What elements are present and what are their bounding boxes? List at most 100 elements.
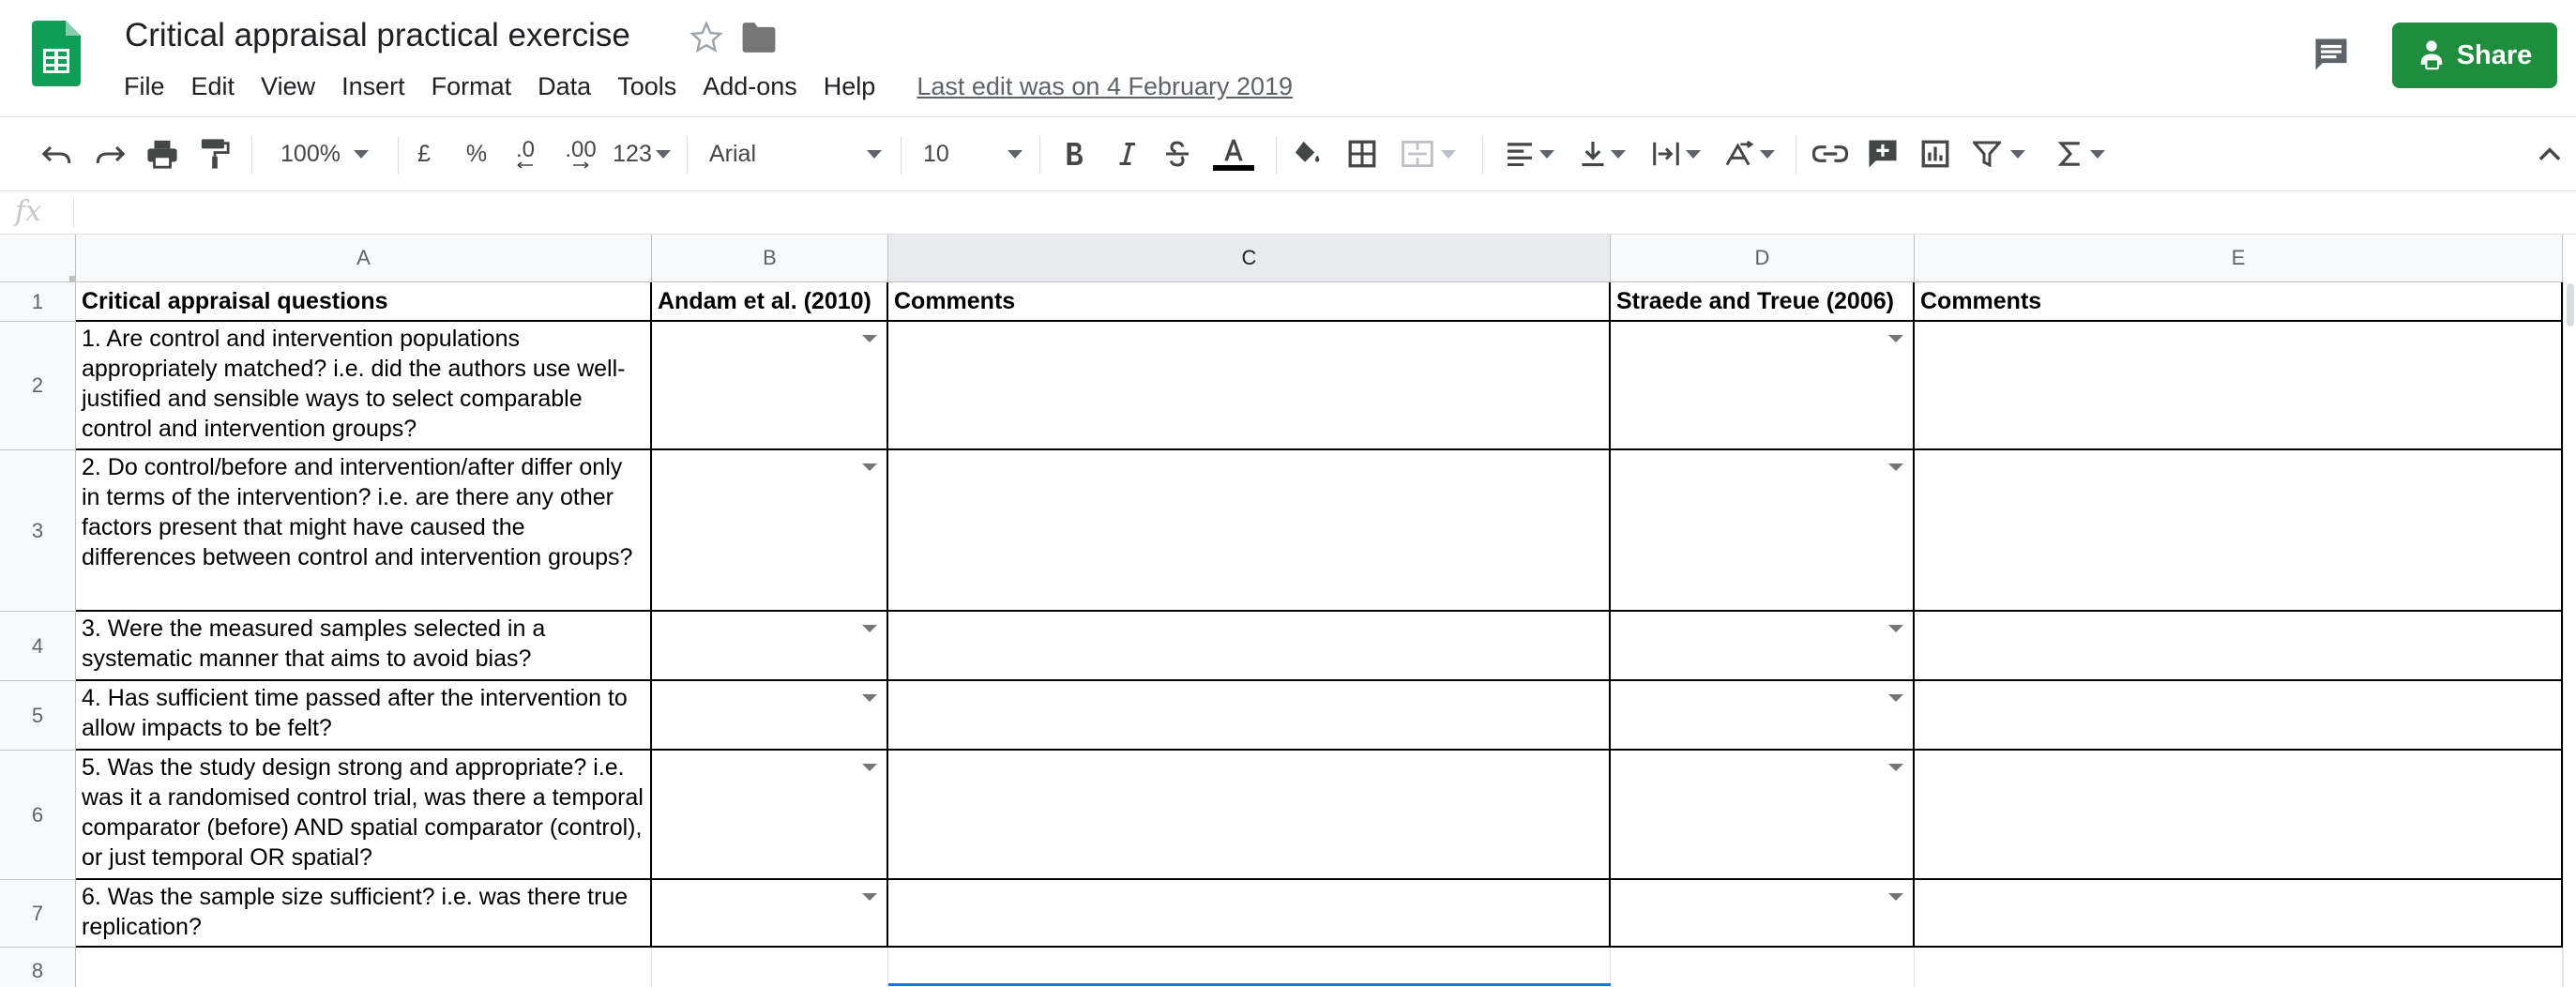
insert-chart-icon[interactable] bbox=[1914, 132, 1957, 175]
cell-a4[interactable]: 3. Were the measured samples selected in… bbox=[76, 612, 652, 681]
fill-color-icon[interactable] bbox=[1287, 132, 1328, 175]
dropdown-arrow-icon[interactable] bbox=[862, 463, 877, 471]
row-header-3[interactable]: 3 bbox=[0, 450, 76, 612]
collapse-toolbar-icon[interactable] bbox=[2533, 132, 2567, 175]
row-header-8[interactable]: 8 bbox=[0, 948, 76, 987]
cell-d7[interactable] bbox=[1611, 880, 1915, 948]
menu-data[interactable]: Data bbox=[524, 68, 604, 105]
borders-icon[interactable] bbox=[1341, 132, 1383, 175]
cell-c5[interactable] bbox=[888, 681, 1611, 751]
cell-c1[interactable]: Comments bbox=[888, 282, 1611, 322]
scrollbar-thumb[interactable] bbox=[2567, 283, 2574, 326]
last-edit-link[interactable]: Last edit was on 4 February 2019 bbox=[917, 72, 1293, 101]
insert-comment-icon[interactable] bbox=[1861, 132, 1904, 175]
cell-a8[interactable] bbox=[76, 948, 652, 987]
cell-e4[interactable] bbox=[1915, 612, 2563, 681]
dropdown-arrow-icon[interactable] bbox=[1888, 764, 1903, 771]
menu-tools[interactable]: Tools bbox=[604, 68, 689, 105]
dropdown-arrow-icon[interactable] bbox=[862, 764, 877, 771]
cell-b6[interactable] bbox=[652, 751, 888, 880]
zoom-select[interactable]: 100% bbox=[268, 132, 381, 175]
dropdown-arrow-icon[interactable] bbox=[862, 893, 877, 901]
cell-d2[interactable] bbox=[1611, 322, 1915, 450]
filter-icon[interactable] bbox=[1968, 132, 2030, 175]
increase-decimal-button[interactable]: .00 bbox=[557, 132, 604, 175]
dropdown-arrow-icon[interactable] bbox=[1888, 625, 1903, 632]
comments-icon[interactable] bbox=[2310, 34, 2353, 75]
dropdown-arrow-icon[interactable] bbox=[1888, 463, 1903, 471]
cell-c2[interactable] bbox=[888, 322, 1611, 450]
column-header-b[interactable]: B bbox=[652, 235, 888, 282]
vertical-scrollbar[interactable] bbox=[2563, 282, 2576, 987]
percent-format-button[interactable]: % bbox=[458, 132, 495, 175]
cell-a3[interactable]: 2. Do control/before and intervention/af… bbox=[76, 450, 652, 612]
vertical-align-icon[interactable] bbox=[1572, 132, 1634, 175]
sheets-logo-icon[interactable] bbox=[32, 21, 81, 86]
star-icon[interactable] bbox=[688, 19, 725, 56]
italic-icon[interactable] bbox=[1107, 132, 1146, 175]
redo-icon[interactable] bbox=[88, 132, 131, 175]
print-icon[interactable] bbox=[141, 132, 184, 175]
row-header-5[interactable]: 5 bbox=[0, 681, 76, 751]
cell-b1[interactable]: Andam et al. (2010) bbox=[652, 282, 888, 322]
decrease-decimal-button[interactable]: .0 bbox=[507, 132, 544, 175]
text-color-icon[interactable] bbox=[1210, 132, 1257, 175]
cell-d3[interactable] bbox=[1611, 450, 1915, 612]
cell-a6[interactable]: 5. Was the study design strong and appro… bbox=[76, 751, 652, 880]
row-header-7[interactable]: 7 bbox=[0, 880, 76, 948]
row-header-2[interactable]: 2 bbox=[0, 322, 76, 450]
cell-b2[interactable] bbox=[652, 322, 888, 450]
document-title[interactable]: Critical appraisal practical exercise bbox=[125, 13, 630, 58]
cell-a7[interactable]: 6. Was the sample size sufficient? i.e. … bbox=[76, 880, 652, 948]
cell-b7[interactable] bbox=[652, 880, 888, 948]
menu-edit[interactable]: Edit bbox=[178, 68, 249, 105]
menu-add-ons[interactable]: Add-ons bbox=[689, 68, 811, 105]
dropdown-arrow-icon[interactable] bbox=[862, 625, 877, 632]
cell-e5[interactable] bbox=[1915, 681, 2563, 751]
cell-c7[interactable] bbox=[888, 880, 1611, 948]
column-header-d[interactable]: D bbox=[1611, 235, 1915, 282]
link-icon[interactable] bbox=[1809, 132, 1852, 175]
cell-c8[interactable] bbox=[888, 948, 1611, 987]
text-wrapping-icon[interactable] bbox=[1645, 132, 1707, 175]
bold-icon[interactable] bbox=[1054, 132, 1094, 175]
dropdown-arrow-icon[interactable] bbox=[862, 335, 877, 342]
column-header-e[interactable]: E bbox=[1915, 235, 2563, 282]
cell-e3[interactable] bbox=[1915, 450, 2563, 612]
row-header-4[interactable]: 4 bbox=[0, 612, 76, 681]
menu-view[interactable]: View bbox=[248, 68, 328, 105]
cell-c6[interactable] bbox=[888, 751, 1611, 880]
select-all-corner[interactable] bbox=[0, 235, 76, 282]
cell-b4[interactable] bbox=[652, 612, 888, 681]
cell-b8[interactable] bbox=[652, 948, 888, 987]
more-formats-button[interactable]: 123 bbox=[612, 132, 672, 175]
font-size-select[interactable]: 10 bbox=[923, 132, 1028, 175]
cell-e2[interactable] bbox=[1915, 322, 2563, 450]
cell-a5[interactable]: 4. Has sufficient time passed after the … bbox=[76, 681, 652, 751]
cell-e8[interactable] bbox=[1915, 948, 2563, 987]
cell-e7[interactable] bbox=[1915, 880, 2563, 948]
paint-format-icon[interactable] bbox=[193, 132, 236, 175]
menu-file[interactable]: File bbox=[111, 68, 178, 105]
dropdown-arrow-icon[interactable] bbox=[1888, 335, 1903, 342]
dropdown-arrow-icon[interactable] bbox=[1888, 893, 1903, 901]
dropdown-arrow-icon[interactable] bbox=[862, 694, 877, 702]
cell-e1[interactable]: Comments bbox=[1915, 282, 2563, 322]
cell-d1[interactable]: Straede and Treue (2006) bbox=[1611, 282, 1915, 322]
menu-help[interactable]: Help bbox=[811, 68, 889, 105]
cell-e6[interactable] bbox=[1915, 751, 2563, 880]
cell-a2[interactable]: 1. Are control and intervention populati… bbox=[76, 322, 652, 450]
strikethrough-icon[interactable] bbox=[1158, 132, 1197, 175]
text-rotation-icon[interactable] bbox=[1719, 132, 1780, 175]
cell-a1[interactable]: Critical appraisal questions bbox=[76, 282, 652, 322]
cell-d4[interactable] bbox=[1611, 612, 1915, 681]
cell-d6[interactable] bbox=[1611, 751, 1915, 880]
column-header-c[interactable]: C bbox=[888, 235, 1611, 282]
cell-d8[interactable] bbox=[1611, 948, 1915, 987]
currency-format-button[interactable]: £ bbox=[405, 132, 443, 175]
share-button[interactable]: Share bbox=[2392, 23, 2557, 88]
dropdown-arrow-icon[interactable] bbox=[1888, 694, 1903, 702]
functions-icon[interactable] bbox=[2051, 132, 2113, 175]
cell-d5[interactable] bbox=[1611, 681, 1915, 751]
row-header-6[interactable]: 6 bbox=[0, 751, 76, 880]
